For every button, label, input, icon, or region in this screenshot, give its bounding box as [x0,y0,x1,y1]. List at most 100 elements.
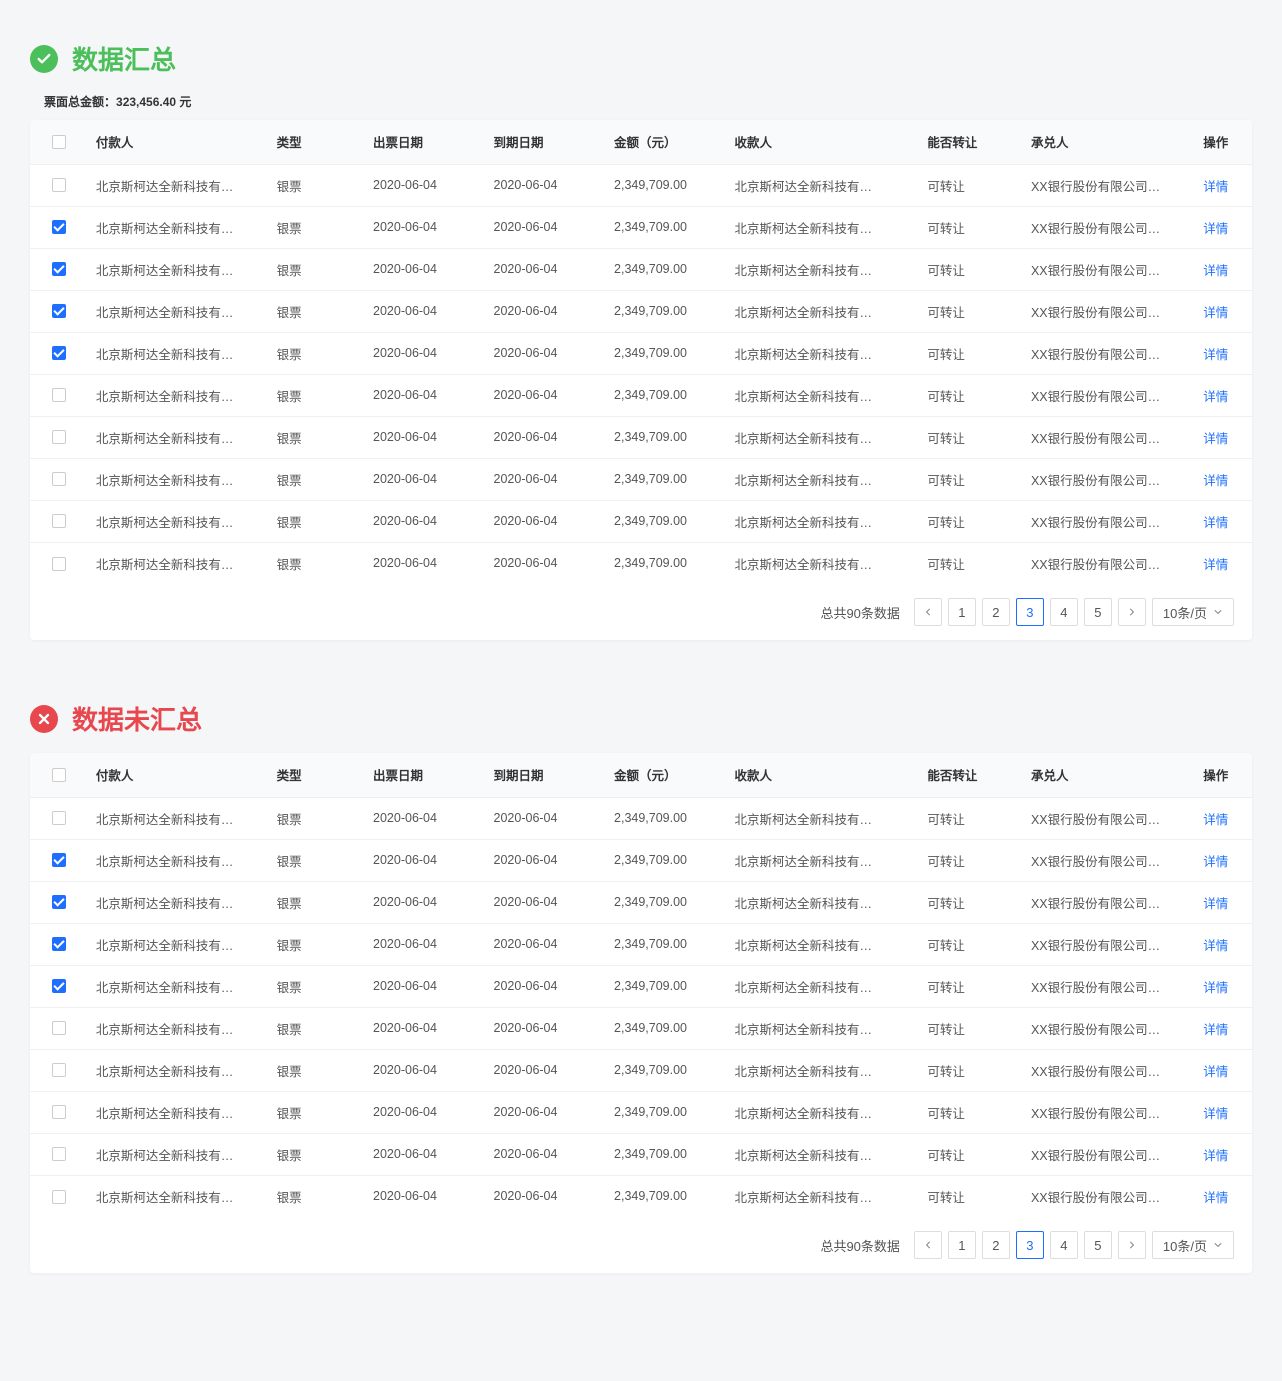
detail-link[interactable]: 详情 [1203,474,1228,488]
page-size-label: 10条/页 [1163,603,1207,622]
pagination-page[interactable]: 2 [982,1231,1010,1259]
row-checkbox[interactable] [52,937,66,951]
detail-link[interactable]: 详情 [1203,1107,1228,1121]
detail-link[interactable]: 详情 [1203,1065,1228,1079]
detail-link[interactable]: 详情 [1203,348,1228,362]
cell-acceptor: XX银行股份有限公司… [1023,416,1180,458]
detail-link[interactable]: 详情 [1203,1149,1228,1163]
pagination-page[interactable]: 4 [1050,598,1078,626]
detail-link[interactable]: 详情 [1203,1191,1228,1205]
cell-due-date: 2020-06-04 [486,542,607,584]
cell-transfer: 可转让 [919,797,1023,839]
cell-issue-date: 2020-06-04 [365,1007,486,1049]
pagination-page[interactable]: 5 [1084,1231,1112,1259]
detail-link[interactable]: 详情 [1203,390,1228,404]
cell-due-date: 2020-06-04 [486,965,607,1007]
row-checkbox[interactable] [52,853,66,867]
select-all-checkbox[interactable] [52,768,66,782]
select-all-checkbox[interactable] [52,135,66,149]
pagination-prev[interactable] [914,598,942,626]
detail-link[interactable]: 详情 [1203,558,1228,572]
pagination-page[interactable]: 1 [948,598,976,626]
pagination-page-size[interactable]: 10条/页 [1152,598,1234,626]
table-row: 北京斯柯达全新科技有…银票2020-06-042020-06-042,349,7… [30,1091,1252,1133]
detail-link[interactable]: 详情 [1203,306,1228,320]
row-checkbox[interactable] [52,346,66,360]
detail-link[interactable]: 详情 [1203,855,1228,869]
table-row: 北京斯柯达全新科技有…银票2020-06-042020-06-042,349,7… [30,164,1252,206]
summary-label: 票面总金额： [44,95,116,109]
header-payer: 付款人 [88,120,269,164]
row-checkbox[interactable] [52,430,66,444]
cell-amount: 2,349,709.00 [606,332,727,374]
table-row: 北京斯柯达全新科技有…银票2020-06-042020-06-042,349,7… [30,1175,1252,1217]
detail-link[interactable]: 详情 [1203,981,1228,995]
row-checkbox[interactable] [52,979,66,993]
row-checkbox-cell [30,965,88,1007]
cell-payee: 北京斯柯达全新科技有… [727,374,920,416]
detail-link[interactable]: 详情 [1203,897,1228,911]
pagination-prev[interactable] [914,1231,942,1259]
row-checkbox[interactable] [52,514,66,528]
detail-link[interactable]: 详情 [1203,813,1228,827]
row-checkbox-cell [30,1175,88,1217]
pagination-next[interactable] [1118,1231,1146,1259]
cell-payer: 北京斯柯达全新科技有… [88,881,269,923]
cell-due-date: 2020-06-04 [486,500,607,542]
row-checkbox[interactable] [52,557,66,571]
header-action: 操作 [1180,120,1252,164]
cell-issue-date: 2020-06-04 [365,290,486,332]
detail-link[interactable]: 详情 [1203,222,1228,236]
pagination-page[interactable]: 2 [982,598,1010,626]
row-checkbox[interactable] [52,220,66,234]
row-checkbox-cell [30,839,88,881]
table-row: 北京斯柯达全新科技有…银票2020-06-042020-06-042,349,7… [30,248,1252,290]
cell-amount: 2,349,709.00 [606,1175,727,1217]
header-payer: 付款人 [88,753,269,797]
row-checkbox[interactable] [52,811,66,825]
row-checkbox[interactable] [52,1147,66,1161]
detail-link[interactable]: 详情 [1203,516,1228,530]
cell-payer: 北京斯柯达全新科技有… [88,542,269,584]
table-row: 北京斯柯达全新科技有…银票2020-06-042020-06-042,349,7… [30,416,1252,458]
row-checkbox[interactable] [52,1021,66,1035]
pagination-page[interactable]: 3 [1016,1231,1044,1259]
detail-link[interactable]: 详情 [1203,939,1228,953]
cell-issue-date: 2020-06-04 [365,965,486,1007]
cell-payee: 北京斯柯达全新科技有… [727,881,920,923]
cell-action: 详情 [1180,1091,1252,1133]
cell-payee: 北京斯柯达全新科技有… [727,164,920,206]
cell-transfer: 可转让 [919,500,1023,542]
cell-type: 银票 [269,500,365,542]
row-checkbox[interactable] [52,304,66,318]
detail-link[interactable]: 详情 [1203,180,1228,194]
pagination-page[interactable]: 4 [1050,1231,1078,1259]
row-checkbox[interactable] [52,1105,66,1119]
row-checkbox[interactable] [52,472,66,486]
row-checkbox[interactable] [52,178,66,192]
pagination-page[interactable]: 5 [1084,598,1112,626]
detail-link[interactable]: 详情 [1203,432,1228,446]
pagination: 总共90条数据1234510条/页 [30,1217,1252,1273]
detail-link[interactable]: 详情 [1203,264,1228,278]
cell-action: 详情 [1180,542,1252,584]
pagination-page[interactable]: 3 [1016,598,1044,626]
row-checkbox[interactable] [52,895,66,909]
row-checkbox[interactable] [52,1190,66,1204]
row-checkbox-cell [30,458,88,500]
cell-transfer: 可转让 [919,206,1023,248]
header-issue-date: 出票日期 [365,753,486,797]
cell-transfer: 可转让 [919,458,1023,500]
pagination-page-size[interactable]: 10条/页 [1152,1231,1234,1259]
cell-action: 详情 [1180,881,1252,923]
cell-type: 银票 [269,923,365,965]
summary-amount: 323,456.40 [116,95,176,109]
row-checkbox[interactable] [52,1063,66,1077]
detail-link[interactable]: 详情 [1203,1023,1228,1037]
cell-due-date: 2020-06-04 [486,332,607,374]
row-checkbox[interactable] [52,388,66,402]
section-title: 数据未汇总 [72,700,202,737]
pagination-next[interactable] [1118,598,1146,626]
pagination-page[interactable]: 1 [948,1231,976,1259]
row-checkbox[interactable] [52,262,66,276]
